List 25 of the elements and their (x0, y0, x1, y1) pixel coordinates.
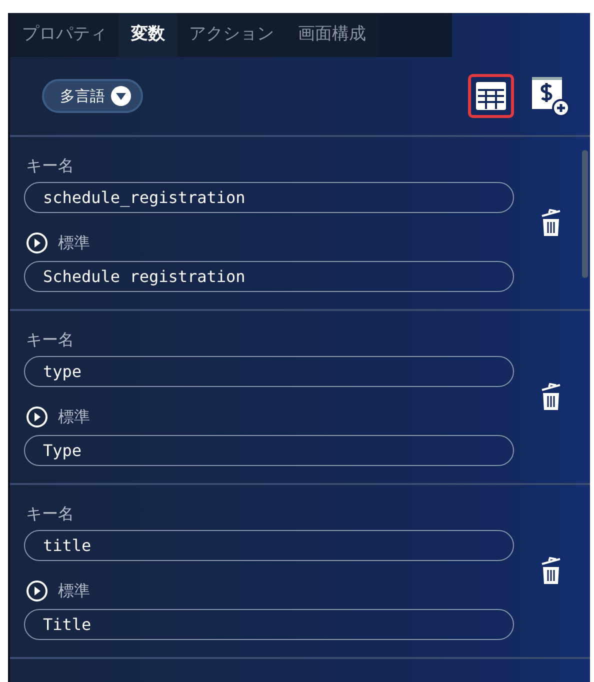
play-circle-icon[interactable] (26, 580, 48, 602)
play-circle-icon[interactable] (26, 232, 48, 254)
value-input[interactable]: Type (24, 435, 514, 466)
table-view-button[interactable] (468, 74, 514, 118)
dollar-add-icon[interactable] (530, 75, 570, 117)
value-input[interactable]: Title (24, 609, 514, 640)
dropdown-label: 多言語 (60, 86, 105, 107)
key-label: キー名 (26, 155, 75, 177)
value-label: 標準 (58, 580, 90, 602)
key-label: キー名 (26, 329, 75, 351)
value-input[interactable]: Schedule registration (24, 261, 514, 292)
value-label: 標準 (58, 232, 90, 254)
trash-icon[interactable] (540, 209, 562, 237)
key-input[interactable]: title (24, 530, 514, 561)
value-label: 標準 (58, 406, 90, 428)
key-input[interactable]: type (24, 356, 514, 387)
caret-icon (111, 86, 131, 106)
trash-icon[interactable] (540, 383, 562, 411)
key-label: キー名 (26, 503, 75, 525)
language-dropdown[interactable]: 多言語 (42, 78, 143, 114)
play-circle-icon[interactable] (26, 406, 48, 428)
trash-icon[interactable] (540, 557, 562, 585)
key-input[interactable]: schedule_registration (24, 182, 514, 213)
tab[interactable]: 変数 (119, 13, 177, 57)
table-icon (475, 81, 507, 111)
